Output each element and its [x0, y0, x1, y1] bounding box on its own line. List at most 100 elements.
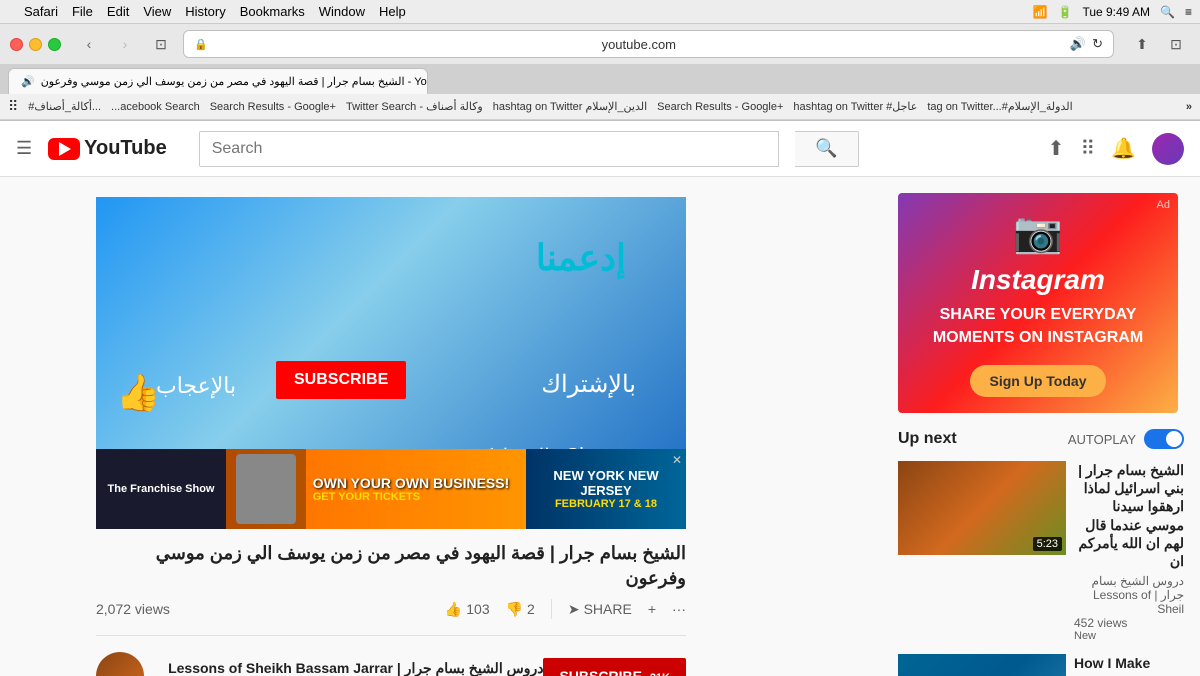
like-button[interactable]: 👍 103 [445, 601, 490, 618]
share-button[interactable]: ➤ SHARE [568, 601, 632, 618]
youtube-logo[interactable]: YouTube [48, 137, 167, 160]
search-button[interactable]: 🔍 [795, 131, 859, 167]
search-icon: 🔍 [815, 138, 837, 159]
thumbup-icon: 👍 [445, 601, 462, 618]
bookmarks-bar: ⠿ #أكالة_أصناف... ...acebook Search Sear… [0, 94, 1200, 120]
user-avatar[interactable] [1152, 133, 1184, 165]
sidebar-thumb-1: 5:23 [898, 461, 1066, 555]
traffic-lights [10, 38, 61, 51]
list-icon[interactable]: ≡ [1185, 5, 1192, 19]
instagram-cta-button[interactable]: Sign Up Today [970, 365, 1107, 397]
bookmarks-more[interactable]: » [1186, 101, 1192, 113]
apps-icon[interactable]: ⠿ [1080, 136, 1095, 161]
bookmark-7[interactable]: hashtag on Twitter #عاجل [793, 100, 917, 113]
tab-overview-button[interactable]: ⊡ [147, 32, 175, 56]
menu-bookmarks[interactable]: Bookmarks [240, 4, 305, 19]
business-ad[interactable]: OWN YOUR OWN BUSINESS! GET YOUR TICKETS [226, 449, 526, 529]
sidebar-card-badge-1: New [1074, 630, 1184, 642]
refresh-icon[interactable]: ↻ [1092, 36, 1103, 52]
franchise-ad[interactable]: The Franchise Show [96, 449, 226, 529]
wifi-icon: 📶 [1033, 5, 1048, 19]
autoplay-toggle[interactable] [1144, 429, 1184, 449]
upload-icon[interactable]: ⬆ [1048, 136, 1065, 161]
maximize-button[interactable] [48, 38, 61, 51]
video-subscribe-rtl: بالإشتراك [541, 370, 636, 399]
bookmark-2[interactable]: ...acebook Search [111, 101, 200, 113]
close-button[interactable] [10, 38, 23, 51]
add-to-button[interactable]: + [648, 601, 656, 617]
share-button[interactable]: ⬆ [1128, 32, 1156, 56]
speaker-icon: 🔊 [1070, 36, 1086, 52]
play-icon [59, 142, 71, 156]
sidebar-card-2[interactable]: How I Make Money Online Online Business … [898, 654, 1184, 676]
search-icon[interactable]: 🔍 [1160, 5, 1175, 19]
more-button[interactable]: ··· [672, 601, 686, 617]
action-divider [551, 599, 552, 619]
sidebar-card-channel-1: دروس الشيخ بسام جرار | Lessons of Sheil [1074, 574, 1184, 616]
new-tab-button[interactable]: ⊡ [1162, 32, 1190, 56]
autoplay-row: AUTOPLAY [1068, 429, 1184, 449]
channel-avatar[interactable] [96, 652, 144, 676]
thumbup-icon: 👍 [116, 372, 161, 414]
menu-window[interactable]: Window [319, 4, 365, 19]
bookmark-1[interactable]: #أكالة_أصناف... [28, 100, 101, 113]
up-next-header: Up next AUTOPLAY [898, 429, 1184, 449]
menu-edit[interactable]: Edit [107, 4, 129, 19]
ad-label: Ad [1157, 199, 1170, 211]
ny-title: NEW YORK NEW JERSEY [526, 468, 686, 498]
business-ad-text: OWN YOUR OWN BUSINESS! GET YOUR TICKETS [313, 475, 510, 503]
newyork-ad[interactable]: ✕ NEW YORK NEW JERSEY FEBRUARY 17 & 18 [526, 449, 686, 529]
sidebar-card-views-1: 452 views [1074, 616, 1184, 630]
sidebar-card-title-2: How I Make Money Online [1074, 654, 1184, 676]
bookmark-6[interactable]: Search Results - Google+ [657, 101, 783, 113]
video-section: إدعمنا بالإشتراك SUBSCRIBE بالإعجاب 👍 ➤ … [0, 177, 898, 676]
ad-close-button[interactable]: ✕ [672, 453, 682, 467]
video-subscribe-button[interactable]: SUBSCRIBE [276, 361, 406, 399]
ad-person-image [226, 449, 306, 529]
thumbdown-icon: 👎 [506, 601, 523, 618]
browser-actions: ⬆ ⊡ [1128, 32, 1190, 56]
channel-name[interactable]: دروس الشيخ بسام جرار | Lessons of Sheikh… [156, 660, 543, 676]
active-tab[interactable]: 🔊 الشيخ بسام جرار | قصة اليهود في مصر من… [8, 68, 428, 94]
autoplay-label: AUTOPLAY [1068, 432, 1136, 447]
url-bar[interactable]: 🔒 youtube.com 🔊 ↻ [183, 30, 1114, 58]
menu-view[interactable]: View [143, 4, 171, 19]
video-ad-bar: The Franchise Show OWN YOUR OWN BUSINESS… [96, 449, 686, 529]
menu-help[interactable]: Help [379, 4, 406, 19]
youtube-logo-text: YouTube [84, 137, 167, 160]
search-input[interactable] [200, 132, 778, 166]
minimize-button[interactable] [29, 38, 42, 51]
youtube-main: إدعمنا بالإشتراك SUBSCRIBE بالإعجاب 👍 ➤ … [0, 177, 1200, 676]
menu-bar-right: 📶 🔋 Tue 9:49 AM 🔍 ≡ [1033, 5, 1192, 19]
menu-safari[interactable]: Safari [24, 4, 58, 19]
instagram-tagline: SHARE YOUR EVERYDAY MOMENTS ON INSTAGRAM [918, 304, 1158, 349]
forward-button[interactable]: › [111, 32, 139, 56]
search-bar [199, 131, 779, 167]
notifications-icon[interactable]: 🔔 [1111, 136, 1136, 161]
back-button[interactable]: ‹ [75, 32, 103, 56]
bookmark-5[interactable]: hashtag on Twitter الدين_الإسلام [493, 100, 647, 113]
menu-file[interactable]: File [72, 4, 93, 19]
menu-history[interactable]: History [185, 4, 225, 19]
apps-icon[interactable]: ⠿ [8, 98, 18, 115]
bookmark-3[interactable]: Search Results - Google+ [210, 101, 336, 113]
hamburger-menu[interactable]: ☰ [16, 138, 32, 159]
bookmark-8[interactable]: tag on Twitter...#الدولة_الإسلام [927, 100, 1072, 113]
video-info: الشيخ بسام جرار | قصة اليهود في مصر من ز… [96, 541, 686, 676]
youtube-logo-icon [48, 138, 80, 160]
browser-toolbar: ‹ › ⊡ 🔒 youtube.com 🔊 ↻ ⬆ ⊡ [0, 24, 1200, 64]
sidebar-card-title-1: الشيخ بسام جرار | بني اسرائيل لماذا ارهق… [1074, 461, 1184, 570]
sidebar-card-1[interactable]: 5:23 الشيخ بسام جرار | بني اسرائيل لماذا… [898, 461, 1184, 642]
add-icon: + [648, 601, 656, 617]
sidebar-thumb-2 [898, 654, 1066, 676]
tab-strip: 🔊 الشيخ بسام جرار | قصة اليهود في مصر من… [0, 64, 1200, 94]
dislike-button[interactable]: 👎 2 [506, 601, 535, 618]
video-actions: 👍 103 👎 2 ➤ SHARE + [445, 599, 686, 619]
subscribe-button[interactable]: SUBSCRIBE 21K [543, 658, 686, 676]
franchise-title: The Franchise Show [108, 483, 215, 495]
lock-icon: 🔒 [194, 38, 208, 51]
bookmark-4[interactable]: Twitter Search - وكالة أصناف [346, 100, 483, 113]
instagram-ad[interactable]: Ad 📷 Instagram SHARE YOUR EVERYDAY MOMEN… [898, 193, 1178, 413]
video-player[interactable]: إدعمنا بالإشتراك SUBSCRIBE بالإعجاب 👍 ➤ … [96, 197, 686, 529]
youtube-sidebar: Ad 📷 Instagram SHARE YOUR EVERYDAY MOMEN… [898, 177, 1200, 676]
